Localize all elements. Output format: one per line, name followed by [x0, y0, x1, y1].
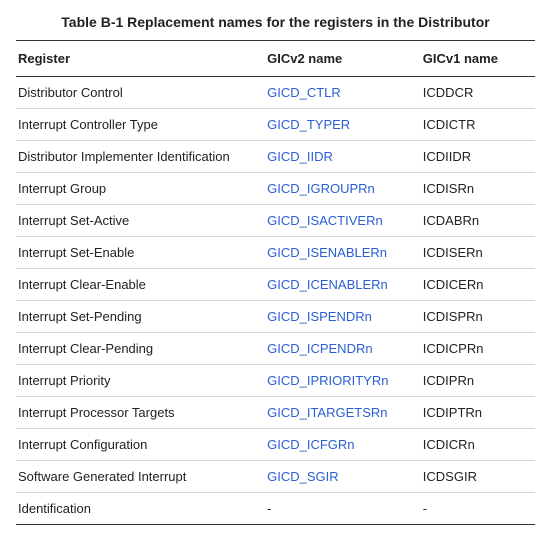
table-row: Identification--	[16, 493, 535, 525]
gicv2-link[interactable]: GICD_ISPENDRn	[267, 309, 372, 324]
cell-register: Distributor Implementer Identification	[16, 141, 265, 173]
cell-gicv1-name: ICDDCR	[421, 77, 535, 109]
table-row: Interrupt Controller TypeGICD_TYPER ICDIC…	[16, 109, 535, 141]
table-row: Interrupt Clear-PendingGICD_ICPENDRn ICDI…	[16, 333, 535, 365]
cell-gicv2-name: GICD_ISENABLERn	[265, 237, 421, 269]
cell-gicv1-name: ICDICPRn	[421, 333, 535, 365]
register-table: Register GICv2 name GICv1 name Distribut…	[16, 40, 535, 525]
page: Table B-1 Replacement names for the regi…	[0, 0, 551, 543]
gicv2-link[interactable]: GICD_TYPER	[267, 117, 350, 132]
cell-gicv1-name: ICDIPTRn	[421, 397, 535, 429]
cell-register: Interrupt Processor Targets	[16, 397, 265, 429]
cell-gicv2-name: GICD_ICENABLERn	[265, 269, 421, 301]
cell-gicv2-name: GICD_ISPENDRn	[265, 301, 421, 333]
cell-gicv1-name: ICDISERn	[421, 237, 535, 269]
cell-register: Distributor Control	[16, 77, 265, 109]
cell-register: Interrupt Set-Active	[16, 205, 265, 237]
cell-register: Software Generated Interrupt	[16, 461, 265, 493]
cell-register: Interrupt Set-Enable	[16, 237, 265, 269]
cell-gicv1-name: ICDICTR	[421, 109, 535, 141]
cell-gicv1-name: ICDSGIR	[421, 461, 535, 493]
cell-gicv2-name: GICD_TYPER	[265, 109, 421, 141]
table-row: Software Generated InterruptGICD_SGIR ICD…	[16, 461, 535, 493]
cell-register: Interrupt Controller Type	[16, 109, 265, 141]
gicv2-link[interactable]: GICD_ICPENDRn	[267, 341, 372, 356]
table-row: Interrupt Set-ActiveGICD_ISACTIVERn ICDAB…	[16, 205, 535, 237]
cell-gicv2-name: GICD_SGIR	[265, 461, 421, 493]
cell-gicv1-name: ICDICRn	[421, 429, 535, 461]
cell-register: Interrupt Configuration	[16, 429, 265, 461]
gicv2-link[interactable]: GICD_ICENABLERn	[267, 277, 388, 292]
table-row: Interrupt Clear-EnableGICD_ICENABLERn ICD…	[16, 269, 535, 301]
cell-gicv2-name: GICD_ICPENDRn	[265, 333, 421, 365]
col-gicv1-name: GICv1 name	[421, 41, 535, 77]
col-register: Register	[16, 41, 265, 77]
gicv2-link[interactable]: GICD_ITARGETSRn	[267, 405, 387, 420]
table-row: Distributor ControlGICD_CTLR ICDDCR	[16, 77, 535, 109]
gicv2-link[interactable]: GICD_CTLR	[267, 85, 341, 100]
table-header-row: Register GICv2 name GICv1 name	[16, 41, 535, 77]
table-row: Interrupt Set-EnableGICD_ISENABLERn ICDIS…	[16, 237, 535, 269]
cell-gicv1-name: ICDISRn	[421, 173, 535, 205]
cell-gicv2-name: -	[265, 493, 421, 525]
cell-register: Interrupt Priority	[16, 365, 265, 397]
cell-register: Interrupt Clear-Pending	[16, 333, 265, 365]
cell-register: Identification	[16, 493, 265, 525]
gicv2-link[interactable]: GICD_IGROUPRn	[267, 181, 375, 196]
gicv2-link[interactable]: GICD_ISENABLERn	[267, 245, 387, 260]
cell-gicv2-name: GICD_ICFGRn	[265, 429, 421, 461]
cell-register: Interrupt Group	[16, 173, 265, 205]
gicv2-link[interactable]: GICD_SGIR	[267, 469, 339, 484]
cell-gicv2-name: GICD_IGROUPRn	[265, 173, 421, 205]
cell-gicv1-name: ICDISPRn	[421, 301, 535, 333]
table-row: Interrupt PriorityGICD_IPRIORITYRn ICDIPR…	[16, 365, 535, 397]
table-caption: Table B-1 Replacement names for the regi…	[16, 14, 535, 30]
cell-gicv1-name: ICDIIDR	[421, 141, 535, 173]
cell-gicv2-name: GICD_ISACTIVERn	[265, 205, 421, 237]
cell-gicv2-name: GICD_ITARGETSRn	[265, 397, 421, 429]
table-row: Interrupt ConfigurationGICD_ICFGRn ICDICR…	[16, 429, 535, 461]
cell-gicv2-name: GICD_IIDR	[265, 141, 421, 173]
cell-register: Interrupt Clear-Enable	[16, 269, 265, 301]
cell-register: Interrupt Set-Pending	[16, 301, 265, 333]
cell-gicv1-name: -	[421, 493, 535, 525]
cell-gicv1-name: ICDIPRn	[421, 365, 535, 397]
table-row: Distributor Implementer IdentificationGI…	[16, 141, 535, 173]
table-row: Interrupt Processor TargetsGICD_ITARGETS…	[16, 397, 535, 429]
table-row: Interrupt Set-PendingGICD_ISPENDRn ICDISP…	[16, 301, 535, 333]
gicv2-link[interactable]: GICD_IIDR	[267, 149, 333, 164]
table-row: Interrupt GroupGICD_IGROUPRn ICDISRn	[16, 173, 535, 205]
gicv2-link[interactable]: GICD_IPRIORITYRn	[267, 373, 388, 388]
cell-gicv1-name: ICDABRn	[421, 205, 535, 237]
cell-gicv2-name: GICD_IPRIORITYRn	[265, 365, 421, 397]
cell-gicv2-name: GICD_CTLR	[265, 77, 421, 109]
table-body: Distributor ControlGICD_CTLRICDDCRInterr…	[16, 77, 535, 525]
gicv2-link[interactable]: GICD_ICFGRn	[267, 437, 354, 452]
gicv2-link[interactable]: GICD_ISACTIVERn	[267, 213, 383, 228]
cell-gicv1-name: ICDICERn	[421, 269, 535, 301]
col-gicv2-name: GICv2 name	[265, 41, 421, 77]
